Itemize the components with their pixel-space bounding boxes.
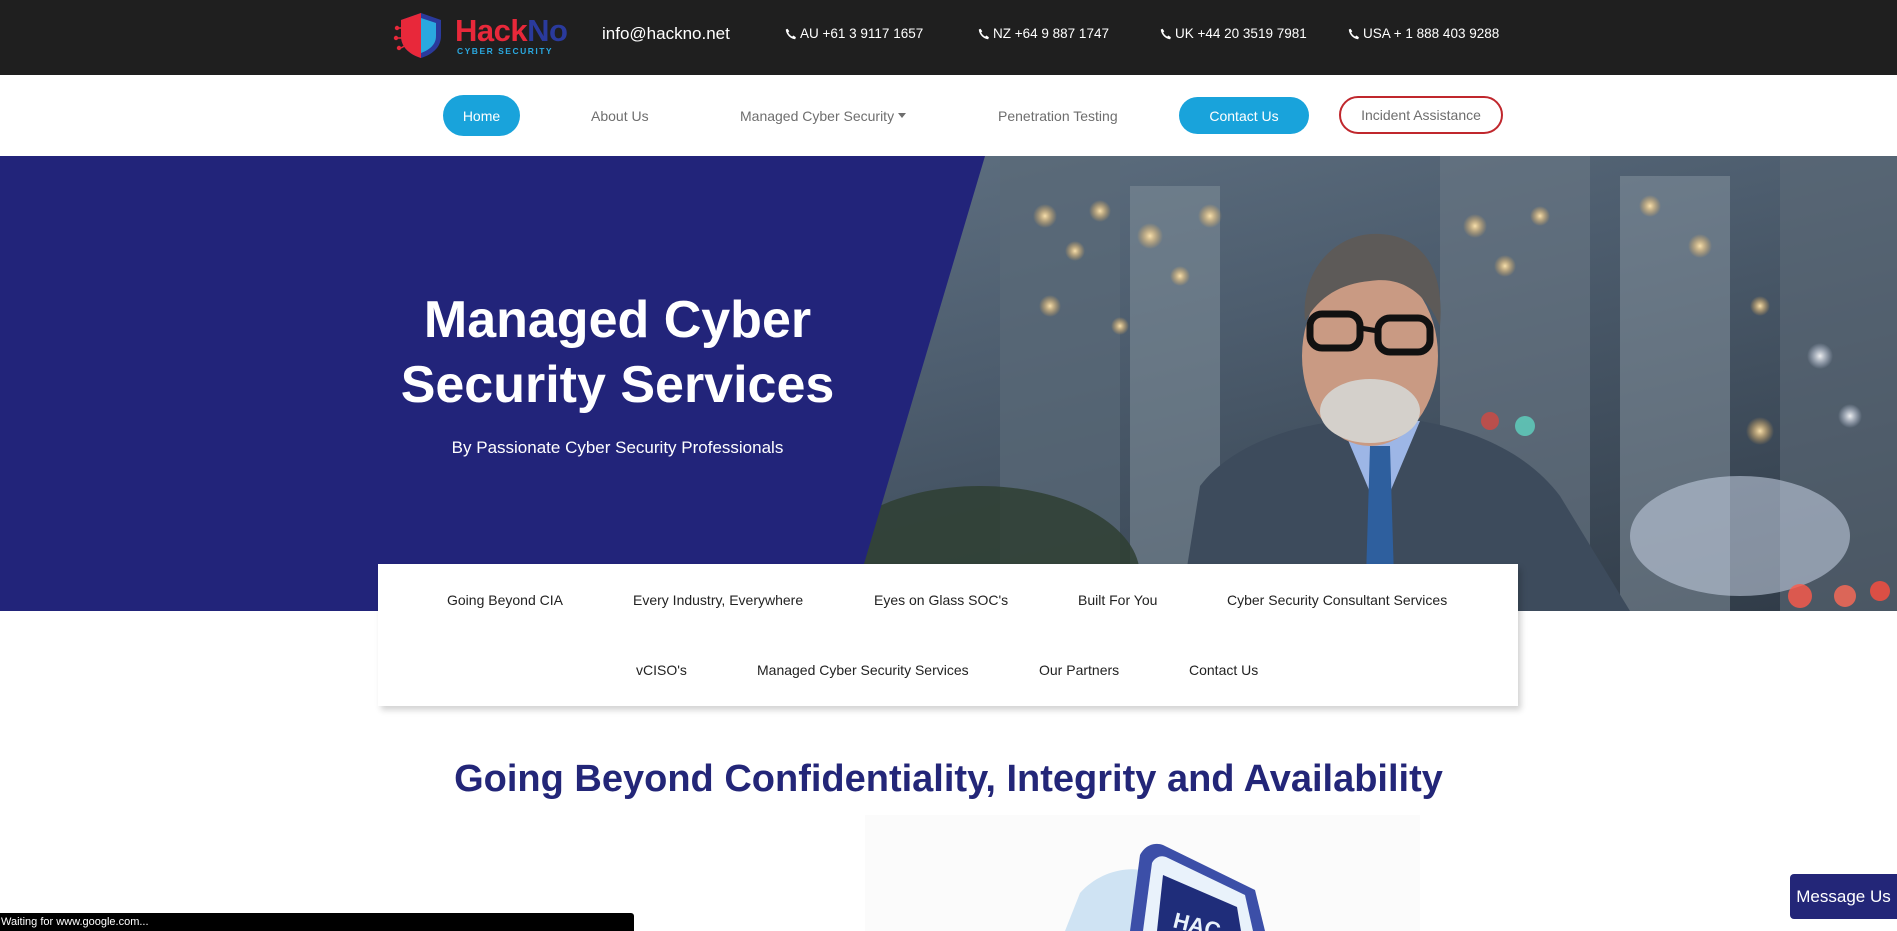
page: HackNo CYBER SECURITY info@hackno.net AU… — [0, 0, 1897, 931]
tab-our-partners[interactable]: Our Partners — [1039, 662, 1119, 678]
phone-nz[interactable]: NZ +64 9 887 1747 — [978, 26, 1109, 41]
tab-consultant-services[interactable]: Cyber Security Consultant Services — [1227, 592, 1447, 608]
nav-pentest-link[interactable]: Penetration Testing — [998, 108, 1118, 124]
hero-subtitle: By Passionate Cyber Security Professiona… — [451, 438, 784, 457]
phone-icon — [785, 28, 796, 39]
tab-vcisos[interactable]: vCISO's — [636, 662, 687, 678]
section-tabs: Going Beyond CIA Every Industry, Everywh… — [378, 564, 1518, 706]
logo-brand-no: No — [527, 12, 568, 48]
browser-status-bar: Waiting for www.google.com... — [0, 913, 634, 931]
hero-title-line1: Managed Cyber — [423, 291, 812, 349]
main-nav: Home About Us Managed Cyber Security Pen… — [0, 75, 1897, 156]
chevron-down-icon — [898, 112, 907, 118]
tab-eyes-on-glass-soc[interactable]: Eyes on Glass SOC's — [874, 592, 1008, 608]
tab-managed-services[interactable]: Managed Cyber Security Services — [757, 662, 969, 678]
top-bar: HackNo CYBER SECURITY info@hackno.net AU… — [0, 0, 1897, 75]
phone-icon — [1348, 28, 1359, 39]
hero-background-photo — [0, 156, 1897, 611]
phone-au-label: AU +61 3 9117 1657 — [800, 26, 924, 41]
tab-going-beyond-cia[interactable]: Going Beyond CIA — [447, 592, 563, 608]
phone-nz-label: NZ +64 9 887 1747 — [993, 26, 1109, 41]
phone-au[interactable]: AU +61 3 9117 1657 — [785, 26, 923, 41]
tab-contact-us[interactable]: Contact Us — [1189, 662, 1258, 678]
phone-usa-label: USA + 1 888 403 9288 — [1363, 26, 1500, 41]
hero-banner: Managed Cyber Security Services By Passi… — [0, 156, 1897, 611]
nav-managed-dropdown[interactable]: Managed Cyber Security — [740, 108, 907, 124]
logo-tagline: CYBER SECURITY — [457, 45, 554, 56]
shield-logo-icon — [393, 13, 441, 58]
hackno-logo[interactable]: HackNo CYBER SECURITY — [393, 10, 568, 60]
email-link[interactable]: info@hackno.net — [602, 24, 730, 44]
phone-usa[interactable]: USA + 1 888 403 9288 — [1348, 26, 1499, 41]
hero-title-line2: Security Services — [400, 356, 835, 414]
nav-contact-button[interactable]: Contact Us — [1179, 97, 1309, 134]
hero-title: Managed Cyber Security Services — [360, 288, 875, 418]
section-heading: Going Beyond Confidentiality, Integrity … — [454, 758, 1443, 800]
phone-icon — [978, 28, 989, 39]
nav-about-link[interactable]: About Us — [591, 108, 649, 124]
nav-home-button[interactable]: Home — [443, 95, 520, 136]
shield-illustration: HAC — [865, 815, 1420, 931]
phone-uk-label: UK +44 20 3519 7981 — [1175, 26, 1307, 41]
phone-uk[interactable]: UK +44 20 3519 7981 — [1160, 26, 1307, 41]
phone-icon — [1160, 28, 1171, 39]
tab-built-for-you[interactable]: Built For You — [1078, 592, 1157, 608]
nav-managed-label: Managed Cyber Security — [740, 108, 895, 124]
message-us-button[interactable]: Message Us — [1790, 874, 1897, 919]
logo-brand-hack: Hack — [455, 12, 528, 48]
tab-every-industry[interactable]: Every Industry, Everywhere — [633, 592, 803, 608]
incident-assistance-button[interactable]: Incident Assistance — [1339, 96, 1503, 134]
